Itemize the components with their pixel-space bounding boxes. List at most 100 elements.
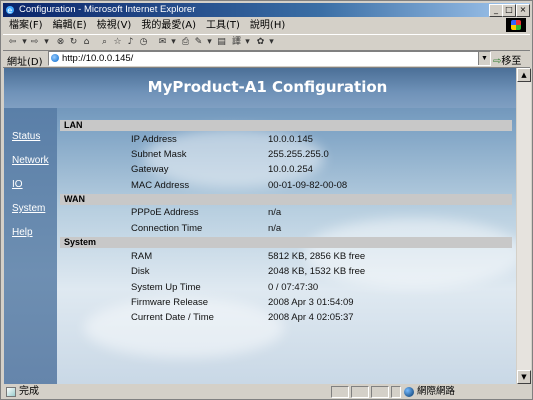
- menu-file[interactable]: 檔案(F): [3, 18, 47, 33]
- row-label: Subnet Mask: [131, 149, 187, 160]
- mail-icon[interactable]: ✉: [157, 37, 168, 47]
- address-input[interactable]: http://10.0.0.145/ ▼: [48, 51, 491, 66]
- row-value: 2008 Apr 4 02:05:37: [268, 312, 354, 323]
- status-panel: [391, 386, 401, 398]
- row-value: 2008 Apr 3 01:54:09: [268, 297, 354, 308]
- status-bar: 完成 網際網路: [3, 385, 530, 399]
- translate-icon[interactable]: 譯: [231, 37, 242, 47]
- table-row: System Up Time 0 / 07:47:30: [60, 280, 512, 295]
- sidebar: Status Network IO System Help: [4, 108, 57, 384]
- scroll-up-icon[interactable]: ▲: [517, 68, 531, 82]
- table-row: Subnet Mask 255.255.255.0: [60, 147, 512, 162]
- row-label: MAC Address: [131, 180, 190, 191]
- forward-dropdown-icon[interactable]: ▾: [41, 37, 52, 47]
- mail-dropdown-icon[interactable]: ▾: [168, 37, 179, 47]
- row-label: RAM: [131, 251, 153, 262]
- address-url: http://10.0.0.145/: [62, 53, 134, 64]
- row-value: n/a: [268, 223, 282, 234]
- status-panel: [351, 386, 369, 398]
- menu-bar: 檔案(F) 編輯(E) 檢視(V) 我的最愛(A) 工具(T) 說明(H): [3, 18, 530, 33]
- menu-edit[interactable]: 編輯(E): [47, 18, 91, 33]
- windows-flag-icon: [511, 20, 521, 30]
- vertical-scrollbar[interactable]: ▲ ▼: [516, 68, 531, 384]
- row-value: 10.0.0.254: [268, 164, 313, 175]
- row-value: 10.0.0.145: [268, 134, 313, 145]
- favorites-icon[interactable]: ☆: [112, 37, 123, 47]
- refresh-icon[interactable]: ↻: [68, 37, 79, 47]
- messenger-icon[interactable]: ✿: [255, 37, 266, 47]
- edit-dropdown-icon[interactable]: ▾: [204, 37, 215, 47]
- row-label: Gateway: [131, 164, 169, 175]
- zone-text: 網際網路: [417, 386, 456, 397]
- ie-icon: e: [6, 6, 14, 15]
- sidebar-link-system[interactable]: System: [12, 203, 45, 214]
- forward-icon[interactable]: ⇨: [29, 37, 40, 47]
- go-label: 移至: [501, 56, 522, 67]
- menu-tools[interactable]: 工具(T): [200, 18, 244, 33]
- section-header-system: System: [60, 237, 512, 248]
- browser-window: e Configuration - Microsoft Internet Exp…: [0, 0, 533, 400]
- status-panel: [331, 386, 349, 398]
- title-bar: e Configuration - Microsoft Internet Exp…: [3, 3, 530, 17]
- search-icon[interactable]: ⌕: [99, 37, 110, 47]
- maximize-button[interactable]: □: [502, 4, 516, 17]
- row-label: Disk: [131, 266, 150, 277]
- svg-text:e: e: [7, 6, 12, 15]
- table-row: RAM 5812 KB, 2856 KB free: [60, 249, 512, 264]
- go-button[interactable]: ⇨移至: [493, 52, 521, 67]
- page-icon: [51, 54, 59, 62]
- close-button[interactable]: ×: [516, 4, 530, 17]
- section-header-wan: WAN: [60, 194, 512, 205]
- status-panel: [371, 386, 389, 398]
- messenger-dropdown-icon[interactable]: ▾: [266, 37, 277, 47]
- table-row: Gateway 10.0.0.254: [60, 162, 512, 177]
- window-title: Configuration - Microsoft Internet Explo…: [19, 4, 196, 15]
- section-header-lan: LAN: [60, 120, 512, 131]
- toolbar: ⇦ ▾ ⇨ ▾ ⊗ ↻ ⌂ ⌕ ☆ ♪ ◷ ✉ ▾ ⎙ ✎ ▾ ▤ 譯 ▾ ✿ …: [3, 34, 530, 51]
- row-label: Connection Time: [131, 223, 203, 234]
- row-value: 0 / 07:47:30: [268, 282, 319, 293]
- sidebar-link-network[interactable]: Network: [12, 155, 49, 166]
- address-bar: 網址(D) http://10.0.0.145/ ▼ ⇨移至: [3, 50, 530, 68]
- row-label: PPPoE Address: [131, 207, 199, 218]
- stop-icon[interactable]: ⊗: [55, 37, 66, 47]
- media-icon[interactable]: ♪: [125, 37, 136, 47]
- table-row: IP Address 10.0.0.145: [60, 132, 512, 147]
- table-row: Current Date / Time 2008 Apr 4 02:05:37: [60, 310, 512, 325]
- scroll-down-icon[interactable]: ▼: [517, 370, 531, 384]
- back-icon[interactable]: ⇦: [7, 37, 18, 47]
- sidebar-link-io[interactable]: IO: [12, 179, 23, 190]
- sidebar-link-status[interactable]: Status: [12, 131, 40, 142]
- row-label: Current Date / Time: [131, 312, 214, 323]
- print-icon[interactable]: ⎙: [180, 37, 191, 47]
- menu-view[interactable]: 檢視(V): [91, 18, 136, 33]
- discuss-icon[interactable]: ▤: [216, 37, 227, 47]
- row-label: Firmware Release: [131, 297, 209, 308]
- page-header: MyProduct-A1 Configuration: [4, 68, 531, 108]
- history-icon[interactable]: ◷: [138, 37, 149, 47]
- sidebar-link-help[interactable]: Help: [12, 227, 33, 238]
- windows-logo: [506, 18, 526, 32]
- page-content: MyProduct-A1 Configuration Status Networ…: [4, 68, 531, 384]
- table-row: MAC Address 00-01-09-82-00-08: [60, 178, 512, 193]
- edit-icon[interactable]: ✎: [193, 37, 204, 47]
- table-row: Connection Time n/a: [60, 221, 512, 236]
- row-label: IP Address: [131, 134, 177, 145]
- table-row: Firmware Release 2008 Apr 3 01:54:09: [60, 295, 512, 310]
- menu-help[interactable]: 說明(H): [244, 18, 289, 33]
- row-value: 2048 KB, 1532 KB free: [268, 266, 366, 277]
- internet-zone-icon: [404, 387, 414, 397]
- translate-dropdown-icon[interactable]: ▾: [242, 37, 253, 47]
- row-value: 255.255.255.0: [268, 149, 329, 160]
- address-dropdown-icon[interactable]: ▼: [478, 52, 490, 65]
- page-title: MyProduct-A1 Configuration: [147, 78, 388, 96]
- home-icon[interactable]: ⌂: [81, 37, 92, 47]
- row-label: System Up Time: [131, 282, 201, 293]
- menu-favorites[interactable]: 我的最愛(A): [135, 18, 200, 33]
- minimize-button[interactable]: _: [489, 4, 503, 17]
- page-done-icon: [6, 387, 16, 397]
- address-label: 網址(D): [7, 57, 43, 68]
- status-text: 完成: [19, 386, 39, 397]
- row-value: n/a: [268, 207, 282, 218]
- table-row: PPPoE Address n/a: [60, 205, 512, 220]
